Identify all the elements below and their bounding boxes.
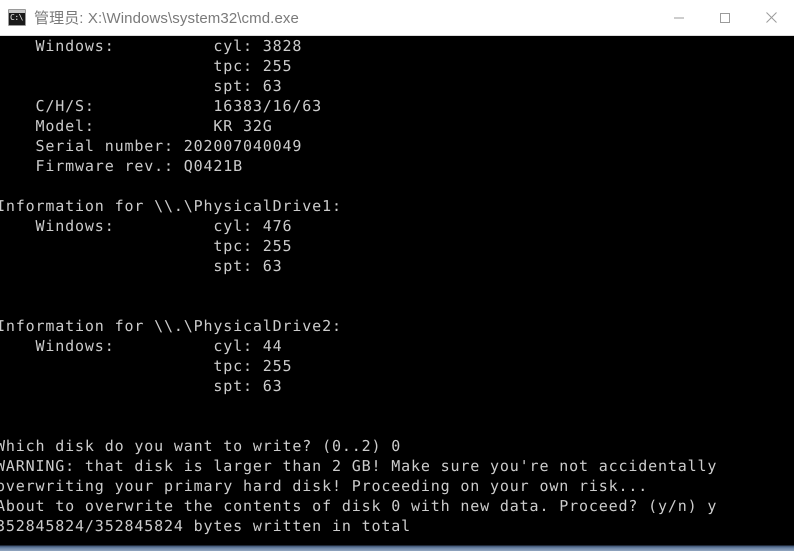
maximize-button[interactable] [702, 0, 748, 35]
console-output-area[interactable]: Windows: cyl: 3828 tpc: 255 spt: 63 C/H/… [0, 36, 794, 543]
cmd-icon-glyph: C:\ [10, 13, 23, 22]
title-bar[interactable]: C:\ 管理员: X:\Windows\system32\cmd.exe [0, 0, 794, 36]
minimize-button[interactable] [656, 0, 702, 35]
cmd-console-icon: C:\ [8, 9, 26, 26]
close-button[interactable] [748, 0, 794, 35]
window-bottom-edge [0, 543, 794, 551]
maximize-icon [720, 12, 730, 23]
window-title: 管理员: X:\Windows\system32\cmd.exe [34, 10, 299, 27]
cmd-window: C:\ 管理员: X:\Windows\system32\cmd.exe Win… [0, 0, 794, 551]
close-icon [765, 12, 777, 23]
minimize-icon [674, 17, 684, 18]
console-text: Windows: cyl: 3828 tpc: 255 spt: 63 C/H/… [0, 37, 718, 535]
